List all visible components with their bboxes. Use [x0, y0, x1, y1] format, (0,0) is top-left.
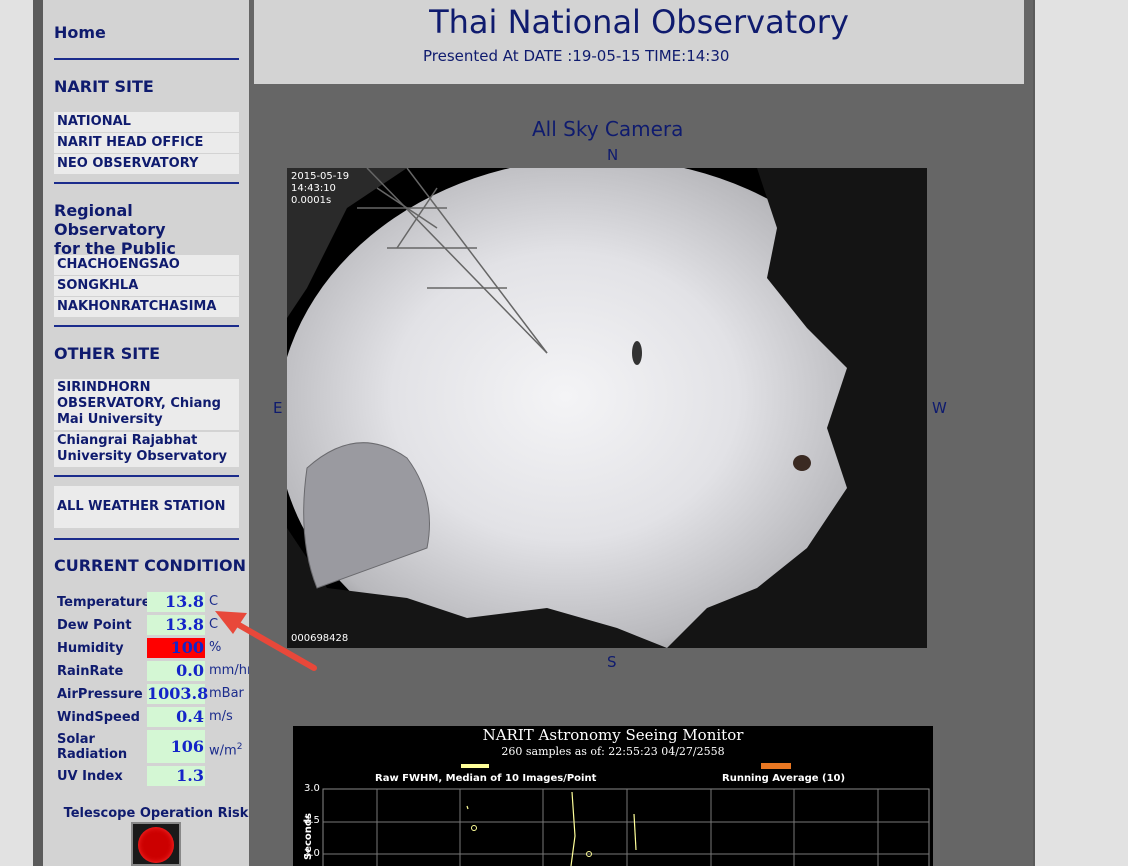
humidity-value: 100 [147, 638, 205, 658]
compass-west: W [932, 399, 947, 417]
solar-radiation-label-line1: Solar [57, 732, 95, 747]
air-pressure-label: AirPressure [57, 687, 143, 702]
air-pressure-value: 1003.8 [147, 684, 209, 704]
seeing-plot-area [322, 788, 930, 866]
link-national-observatory[interactable]: NATIONAL OBSERVATORY [54, 112, 239, 149]
link-narit-head-office[interactable]: NARIT HEAD OFFICE [54, 133, 239, 153]
rainrate-label: RainRate [57, 664, 124, 679]
page-subtitle: Presented At DATE :19-05-15 TIME:14:30 [423, 47, 730, 65]
link-songkhla[interactable]: SONGKHLA [54, 276, 239, 296]
compass-north: N [607, 146, 619, 164]
camera-exposure: 0.0001s [291, 195, 332, 206]
link-line: OBSERVATORY, Chiang [57, 396, 221, 411]
link-neo-observatory[interactable]: NEO OBSERVATORY [54, 154, 239, 174]
divider [54, 182, 239, 184]
data-point [471, 825, 477, 831]
uv-index-value: 1.3 [147, 766, 205, 786]
sidebar: Home NARIT SITE NATIONAL OBSERVATORY NAR… [43, 0, 253, 866]
plot-grid [323, 789, 929, 866]
narit-site-heading: NARIT SITE [54, 77, 154, 96]
telescope-risk-label: Telescope Operation Risk [63, 806, 249, 821]
compass-east: E [273, 399, 283, 417]
red-light-icon [138, 827, 174, 863]
solar-radiation-unit: w/m2 [209, 737, 242, 761]
divider [54, 475, 239, 477]
solar-radiation-label: Solar Radiation [57, 732, 127, 762]
raw-fwhm-series [466, 791, 637, 866]
dew-point-unit: C [209, 617, 219, 632]
page-frame-left [33, 0, 43, 866]
link-all-weather-station[interactable]: ALL WEATHER STATION [54, 486, 239, 528]
divider [54, 325, 239, 327]
camera-frame-id: 000698428 [291, 633, 349, 644]
rainrate-unit: mm/hr [209, 663, 253, 678]
all-sky-camera-title: All Sky Camera [532, 117, 684, 141]
compass-south: S [607, 653, 617, 671]
main-content: Thai National Observatory Presented At D… [249, 0, 1033, 866]
link-chachoengsao[interactable]: CHACHOENGSAO [54, 255, 239, 275]
link-line: Chiangrai Rajabhat [57, 433, 198, 448]
camera-time: 14:43:10 [291, 183, 336, 194]
risk-indicator [131, 822, 181, 866]
temperature-unit: C [209, 594, 219, 609]
page-frame-right [1033, 0, 1035, 866]
all-sky-camera-image[interactable]: 2015-05-19 14:43:10 0.0001s 000698428 [287, 168, 927, 648]
divider [54, 58, 239, 60]
link-chiangrai-rajabhat[interactable]: Chiangrai Rajabhat University Observator… [54, 432, 239, 467]
rainrate-value: 0.0 [147, 661, 205, 681]
wind-speed-value: 0.4 [147, 707, 205, 727]
link-line: Mai University [57, 412, 163, 427]
unit-text: w/m [209, 743, 237, 759]
regional-heading-line1: Regional Observatory [54, 201, 166, 239]
dew-point-value: 13.8 [147, 615, 205, 635]
humidity-label: Humidity [57, 641, 124, 656]
sky-image [287, 168, 927, 648]
home-link[interactable]: Home [54, 23, 106, 42]
temperature-value: 13.8 [147, 592, 205, 612]
divider [54, 538, 239, 540]
page-title: Thai National Observatory [429, 3, 849, 41]
wind-speed-unit: m/s [209, 709, 233, 724]
wind-speed-label: WindSpeed [57, 710, 140, 725]
link-line: University Observatory [57, 449, 227, 464]
header: Thai National Observatory Presented At D… [254, 0, 1024, 84]
temperature-label: Temperature [57, 595, 151, 610]
link-sirindhorn-observatory[interactable]: SIRINDHORN OBSERVATORY, Chiang Mai Unive… [54, 379, 239, 430]
seeing-monitor-chart[interactable]: NARIT Astronomy Seeing Monitor 260 sampl… [293, 726, 933, 866]
dew-point-label: Dew Point [57, 618, 132, 633]
lens-smudge [793, 455, 811, 471]
link-nakhonratchasima[interactable]: NAKHONRATCHASIMA [54, 297, 239, 317]
air-pressure-unit: mBar [209, 686, 244, 701]
camera-date: 2015-05-19 [291, 171, 350, 182]
uv-index-label: UV Index [57, 769, 123, 784]
camera-timestamp: 2015-05-19 14:43:10 0.0001s [291, 171, 349, 207]
solar-radiation-value: 106 [147, 730, 205, 763]
solar-radiation-label-line2: Radiation [57, 747, 128, 762]
unit-superscript: 2 [236, 742, 243, 752]
lens-smudge [632, 341, 642, 365]
regional-heading: Regional Observatory for the Public [54, 201, 249, 258]
other-site-heading: OTHER SITE [54, 344, 161, 363]
link-line: SIRINDHORN [57, 380, 151, 395]
humidity-unit: % [209, 640, 222, 655]
current-condition-heading: CURRENT CONDITION [54, 556, 247, 575]
